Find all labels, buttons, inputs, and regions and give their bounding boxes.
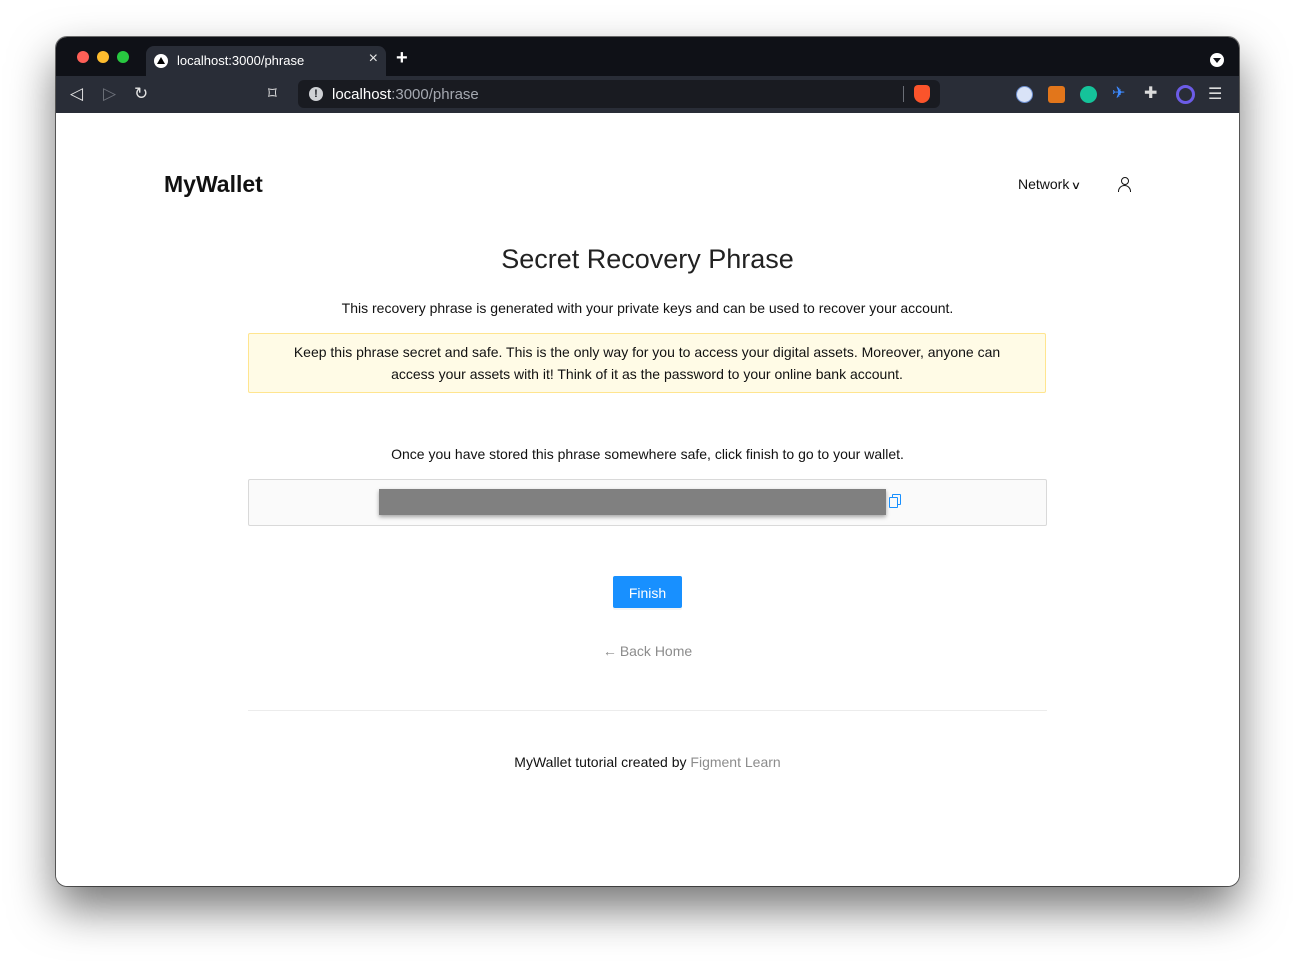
user-icon-body [1118, 185, 1131, 192]
instruction-text: Once you have stored this phrase somewhe… [391, 446, 904, 462]
browser-window: localhost:3000/phrase × + ◁ ▷ ↻ ⌑ ! loca… [56, 37, 1239, 886]
new-tab-button[interactable]: + [396, 47, 408, 70]
tab-menu-icon[interactable] [1210, 53, 1224, 67]
g-swirl-icon[interactable] [1176, 85, 1195, 104]
figment-learn-link[interactable]: Figment Learn [690, 754, 780, 770]
brand-logo[interactable]: MyWallet [164, 171, 263, 198]
user-icon-head [1121, 177, 1129, 185]
url-divider [903, 86, 904, 102]
tab-title: localhost:3000/phrase [177, 53, 305, 68]
brave-shields-icon[interactable] [914, 85, 930, 103]
url-path: :3000/phrase [391, 86, 479, 103]
footer-text: MyWallet tutorial created by [514, 754, 687, 770]
bookmark-icon[interactable]: ⌑ [268, 84, 277, 104]
satellite-icon[interactable]: ✈ [1112, 83, 1129, 102]
tab-close-icon[interactable]: × [369, 50, 378, 68]
reload-icon[interactable]: ↻ [134, 84, 148, 104]
extension-1-icon[interactable] [1016, 86, 1033, 103]
tab-bar: localhost:3000/phrase × + [56, 37, 1239, 76]
network-label: Network [1018, 176, 1070, 192]
window-minimize-button[interactable] [97, 51, 109, 63]
browser-tab[interactable]: localhost:3000/phrase × [146, 46, 386, 76]
copy-icon-front [889, 497, 898, 508]
chevron-down-icon: ∨ [1071, 180, 1082, 192]
page-subtitle: This recovery phrase is generated with y… [341, 300, 954, 316]
back-home-label: Back Home [619, 643, 693, 659]
network-dropdown[interactable]: Network ∨ [1018, 176, 1082, 192]
window-close-button[interactable] [77, 51, 89, 63]
metamask-icon[interactable] [1048, 86, 1065, 103]
warning-text: Keep this phrase secret and safe. This i… [293, 344, 1001, 382]
forward-icon[interactable]: ▷ [103, 84, 116, 104]
arrow-left-icon: ← [602, 643, 617, 659]
recovery-phrase-box [248, 479, 1047, 526]
warning-alert: Keep this phrase secret and safe. This i… [248, 333, 1046, 393]
window-maximize-button[interactable] [117, 51, 129, 63]
address-bar[interactable]: ! localhost:3000/phrase [298, 80, 940, 108]
puzzle-icon[interactable]: ✚ [1144, 83, 1161, 102]
footer-divider [248, 710, 1047, 711]
recovery-phrase-redacted [379, 489, 886, 515]
user-icon[interactable] [1118, 177, 1132, 193]
browser-menu-icon[interactable]: ☰ [1208, 84, 1222, 104]
favicon-icon [154, 54, 168, 68]
browser-toolbar: ◁ ▷ ↻ ⌑ ! localhost:3000/phrase ✈ ✚ ☰ [56, 76, 1239, 113]
url-host: localhost [332, 86, 392, 103]
back-icon[interactable]: ◁ [70, 84, 83, 104]
finish-button[interactable]: Finish [613, 576, 682, 608]
url-text[interactable]: localhost:3000/phrase [332, 86, 479, 103]
site-info-icon[interactable]: ! [309, 87, 323, 101]
page-viewport: MyWallet Network ∨ Secret Recovery Phrase… [56, 113, 1239, 886]
page-title: Secret Recovery Phrase [501, 244, 794, 274]
footer: MyWallet tutorial created by Figment Lea… [56, 754, 1239, 770]
back-home-link[interactable]: ← Back Home [56, 643, 1239, 659]
copy-icon[interactable] [889, 494, 901, 508]
grammarly-icon[interactable] [1080, 86, 1097, 103]
